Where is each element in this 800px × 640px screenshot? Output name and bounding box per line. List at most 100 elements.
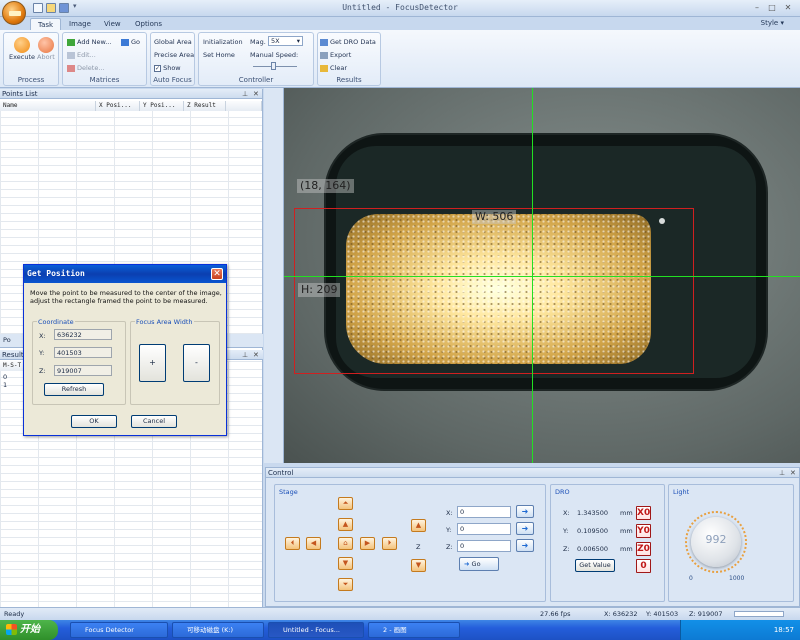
- image-viewer[interactable]: (18, 164) W: 506 H: 209: [264, 88, 800, 463]
- light-group: Light 992 0 1000: [668, 484, 794, 602]
- pin-icon[interactable]: ⊥: [242, 350, 248, 360]
- clear-button[interactable]: Clear: [320, 64, 347, 72]
- tab-task[interactable]: Task: [30, 18, 62, 30]
- stage-up-button[interactable]: ▲: [338, 518, 353, 531]
- x-input[interactable]: 0: [457, 506, 511, 518]
- delete-button[interactable]: Delete...: [67, 64, 105, 72]
- z-down-button[interactable]: ▼: [411, 559, 426, 572]
- minimize-icon[interactable]: –: [750, 2, 764, 13]
- panel-close-icon[interactable]: ✕: [253, 350, 259, 360]
- col-name[interactable]: Name: [0, 101, 96, 111]
- go-to-position-button[interactable]: ➜ Go: [459, 557, 499, 571]
- broom-icon: [320, 64, 328, 72]
- dro-y-value: 0.109500: [577, 527, 609, 535]
- dialog-close-icon[interactable]: ✕: [211, 268, 223, 280]
- export-button[interactable]: Export: [320, 51, 351, 59]
- tab-options[interactable]: Options: [128, 18, 169, 30]
- pin-icon[interactable]: ⊥: [242, 89, 248, 99]
- increase-width-button[interactable]: +: [139, 344, 166, 382]
- stage-right-fast-button[interactable]: ⏵: [382, 537, 397, 550]
- panel-close-icon[interactable]: ✕: [253, 89, 259, 99]
- quick-access-dropdown-icon[interactable]: ▾: [73, 2, 77, 10]
- zero-x-button[interactable]: X0: [636, 506, 651, 520]
- precise-area-button[interactable]: Precise Area: [154, 51, 194, 59]
- app-menu-button[interactable]: [2, 1, 26, 25]
- refresh-button[interactable]: Refresh: [44, 383, 104, 396]
- stage-left-fast-button[interactable]: ⏴: [285, 537, 300, 550]
- y-input[interactable]: 0: [457, 523, 511, 535]
- mag-select[interactable]: 5X ▾: [268, 36, 303, 46]
- execute-button[interactable]: Execute: [9, 37, 35, 61]
- go-arrow-icon: ➜: [464, 560, 470, 568]
- decrease-width-button[interactable]: -: [183, 344, 210, 382]
- z-up-button[interactable]: ▲: [411, 519, 426, 532]
- get-value-button[interactable]: Get Value: [575, 559, 615, 572]
- task-untitled-focus[interactable]: Untitled - Focus...: [268, 622, 364, 638]
- table-row[interactable]: 0: [3, 373, 7, 381]
- zero-z-button[interactable]: Z0: [636, 542, 651, 556]
- table-row[interactable]: 1: [3, 381, 7, 389]
- col-y-position[interactable]: Y Posi...: [140, 101, 184, 111]
- stage-down-button[interactable]: ▼: [338, 557, 353, 570]
- group-matrices: Add New... Go Edit... Delete... Matrices: [62, 32, 147, 86]
- dro-z-label: Z:: [563, 545, 570, 553]
- task-removable-disk[interactable]: 可移动磁盘 (K:): [172, 622, 264, 638]
- add-new-button[interactable]: Add New...: [67, 38, 111, 46]
- z-label: Z:: [39, 367, 46, 375]
- move-y-button[interactable]: ➜: [516, 522, 534, 535]
- abort-button[interactable]: Abort: [37, 37, 55, 61]
- task-paint[interactable]: 2 - 画图: [368, 622, 460, 638]
- zero-y-button[interactable]: Y0: [636, 524, 651, 538]
- play-icon: [14, 37, 30, 53]
- move-z-button[interactable]: ➜: [516, 539, 534, 552]
- tab-view[interactable]: View: [97, 18, 128, 30]
- stage-up-fast-button[interactable]: ⏶: [338, 497, 353, 510]
- tab-image[interactable]: Image: [62, 18, 98, 30]
- dro-z-unit: mm: [620, 545, 633, 553]
- save-icon[interactable]: [59, 3, 69, 13]
- status-ready: Ready: [4, 610, 25, 618]
- panel-close-icon[interactable]: ✕: [790, 468, 796, 478]
- dro-x-value: 1.343500: [577, 509, 609, 517]
- ok-button[interactable]: OK: [71, 415, 117, 428]
- stage-left-button[interactable]: ◀: [306, 537, 321, 550]
- pin-icon[interactable]: ⊥: [779, 468, 785, 478]
- z-input[interactable]: 0: [457, 540, 511, 552]
- edit-button[interactable]: Edit...: [67, 51, 96, 59]
- col-z-result[interactable]: Z Result: [184, 101, 226, 111]
- get-dro-button[interactable]: Get DRO Data: [320, 38, 376, 46]
- mag-value: 5X: [271, 37, 280, 45]
- chevron-down-icon: ▾: [296, 37, 300, 45]
- light-knob[interactable]: 992: [691, 517, 741, 567]
- style-menu[interactable]: Style ▾: [761, 19, 784, 27]
- delete-label: Delete...: [77, 64, 105, 72]
- new-file-icon[interactable]: [33, 3, 43, 13]
- focus-rectangle[interactable]: [294, 208, 694, 374]
- set-home-button[interactable]: Set Home: [203, 51, 235, 59]
- col-x-position[interactable]: X Posi...: [96, 101, 140, 111]
- maximize-icon[interactable]: □: [765, 2, 779, 13]
- initialization-button[interactable]: Initialization: [203, 38, 243, 46]
- show-checkbox[interactable]: ✓ Show: [154, 64, 181, 72]
- close-icon[interactable]: ✕: [781, 2, 795, 13]
- go-button[interactable]: Go: [121, 38, 140, 46]
- window-title: Untitled - FocusDetector: [342, 3, 458, 12]
- tab-points-list[interactable]: Po: [3, 336, 11, 344]
- stage-right-button[interactable]: ▶: [360, 537, 375, 550]
- start-label: 开始: [20, 624, 40, 635]
- control-header: Control ⊥ ✕: [266, 468, 799, 478]
- get-position-dialog: Get Position ✕ Move the point to be meas…: [23, 264, 227, 436]
- stage-home-button[interactable]: ⌂: [338, 537, 353, 550]
- open-folder-icon[interactable]: [46, 3, 56, 13]
- group-results: Get DRO Data Export Clear Results: [317, 32, 381, 86]
- system-tray: 18:57: [680, 620, 800, 640]
- task-focus-detector[interactable]: Focus Detector: [70, 622, 168, 638]
- move-x-button[interactable]: ➜: [516, 505, 534, 518]
- stage-down-fast-button[interactable]: ⏷: [338, 578, 353, 591]
- zero-all-button[interactable]: 0: [636, 559, 651, 573]
- clock[interactable]: 18:57: [774, 626, 794, 634]
- cancel-button[interactable]: Cancel: [131, 415, 177, 428]
- x-label: X:: [39, 332, 46, 340]
- slider-thumb[interactable]: [271, 62, 276, 70]
- global-area-button[interactable]: Global Area: [154, 38, 192, 46]
